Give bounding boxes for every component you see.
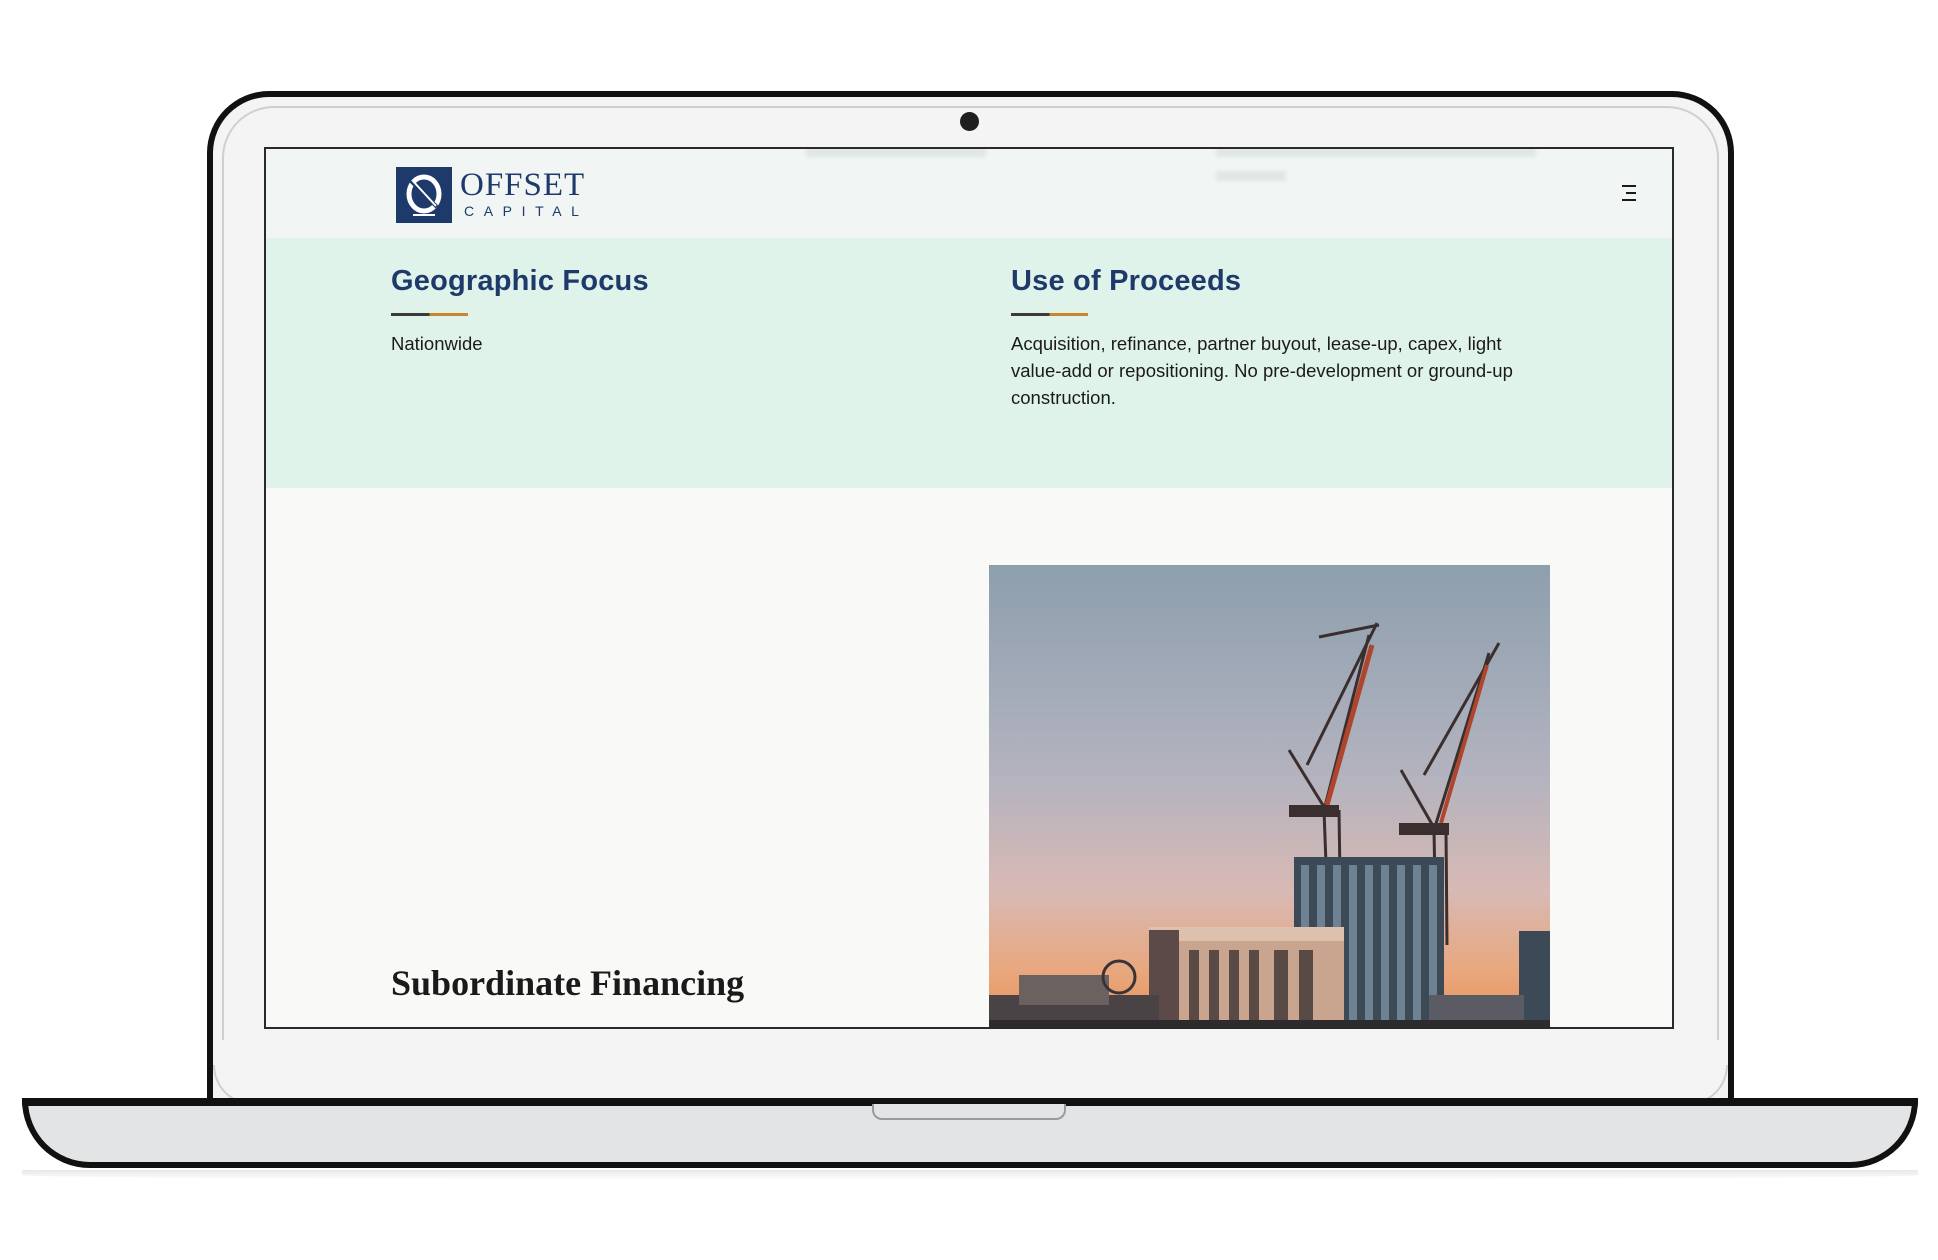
browser-screen: OFFSET CAPITAL Geographic Focus Nationwi… [264,147,1674,1029]
feature-text: Nationwide [391,333,483,354]
laptop-notch [872,1104,1066,1120]
logo-mark-icon [396,167,452,223]
feature-title: Geographic Focus [391,265,649,297]
logo-wordmark: OFFSET [460,167,586,203]
feature-title: Use of Proceeds [1011,265,1242,297]
camera [960,112,979,131]
title-underline [391,313,468,316]
section-title: Subordinate Financing [391,963,745,1003]
construction-cranes-image [989,565,1550,1027]
features-band: Geographic Focus Nationwide Use of Proce… [266,238,1672,488]
feature-text: Acquisition, refinance, partner buyout, … [1011,333,1513,408]
menu-icon[interactable] [1616,185,1636,203]
title-underline [1011,313,1088,316]
logo-subtitle: CAPITAL [464,203,589,219]
site-header: OFFSET CAPITAL [266,149,1672,238]
